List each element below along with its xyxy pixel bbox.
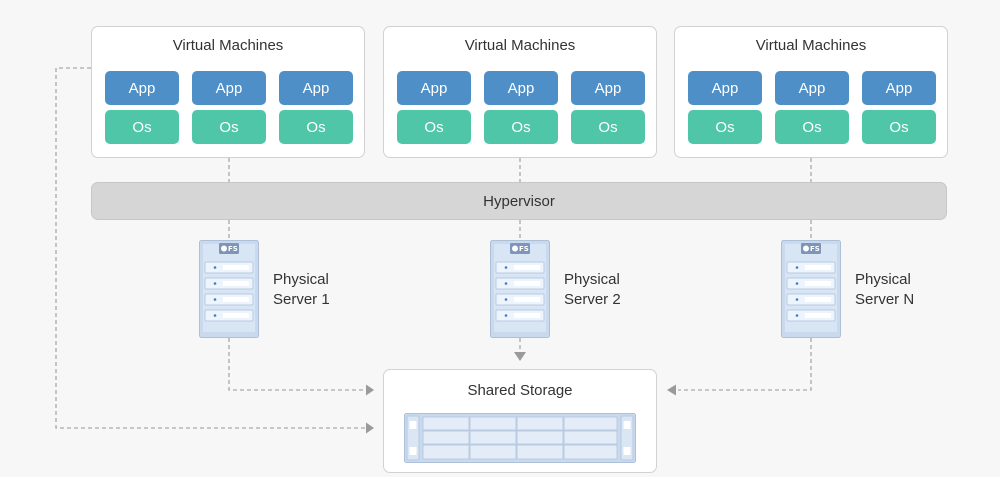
os-block: Os xyxy=(775,110,849,144)
os-block: Os xyxy=(105,110,179,144)
server-icon: FS xyxy=(199,240,259,338)
app-block: App xyxy=(397,71,471,105)
app-block: App xyxy=(862,71,936,105)
os-block: Os xyxy=(484,110,558,144)
vm: App Os xyxy=(688,71,762,144)
vm: App Os xyxy=(397,71,471,144)
os-block: Os xyxy=(397,110,471,144)
server-badge-text: FS xyxy=(228,245,238,253)
server-badge-text: FS xyxy=(810,245,820,253)
storage-title: Shared Storage xyxy=(467,382,573,399)
os-block: Os xyxy=(279,110,353,144)
hypervisor-bar: Hypervisor xyxy=(91,182,947,220)
vm-group: Virtual Machines App Os App Os App Os xyxy=(674,26,948,158)
vm: App Os xyxy=(484,71,558,144)
connector-server1-storage xyxy=(228,338,366,391)
server-label: Physical Server N xyxy=(855,271,915,308)
server-icon: FS xyxy=(781,240,841,338)
hypervisor-label: Hypervisor xyxy=(483,192,555,210)
storage-array-icon xyxy=(404,413,636,463)
arrow-right-icon xyxy=(366,422,374,434)
vm: App Os xyxy=(192,71,266,144)
connector-server3-storage xyxy=(678,338,812,391)
diagram-canvas: Virtual Machines App Os App Os App Os Vi… xyxy=(0,0,1000,477)
arrow-down-icon xyxy=(514,352,526,361)
app-block: App xyxy=(484,71,558,105)
server-badge-text: FS xyxy=(519,245,529,253)
os-block: Os xyxy=(192,110,266,144)
app-block: App xyxy=(571,71,645,105)
os-block: Os xyxy=(862,110,936,144)
arrow-left-icon xyxy=(667,384,676,396)
shared-storage-box: Shared Storage xyxy=(383,369,657,473)
vm: App Os xyxy=(862,71,936,144)
server-label: Physical Server 2 xyxy=(564,271,621,308)
server-icon: FS xyxy=(490,240,550,338)
vm-group: Virtual Machines App Os App Os App Os xyxy=(383,26,657,158)
os-block: Os xyxy=(571,110,645,144)
arrow-right-icon xyxy=(366,384,374,396)
vm-group: Virtual Machines App Os App Os App Os xyxy=(91,26,365,158)
app-block: App xyxy=(688,71,762,105)
vm-group-title: Virtual Machines xyxy=(464,37,576,54)
vm: App Os xyxy=(279,71,353,144)
app-block: App xyxy=(279,71,353,105)
vm: App Os xyxy=(775,71,849,144)
server-label: Physical Server 1 xyxy=(273,271,330,308)
vm: App Os xyxy=(571,71,645,144)
os-block: Os xyxy=(688,110,762,144)
app-block: App xyxy=(192,71,266,105)
app-block: App xyxy=(775,71,849,105)
app-block: App xyxy=(105,71,179,105)
vm-group-title: Virtual Machines xyxy=(755,37,867,54)
vm: App Os xyxy=(105,71,179,144)
vm-group-title: Virtual Machines xyxy=(172,37,284,54)
